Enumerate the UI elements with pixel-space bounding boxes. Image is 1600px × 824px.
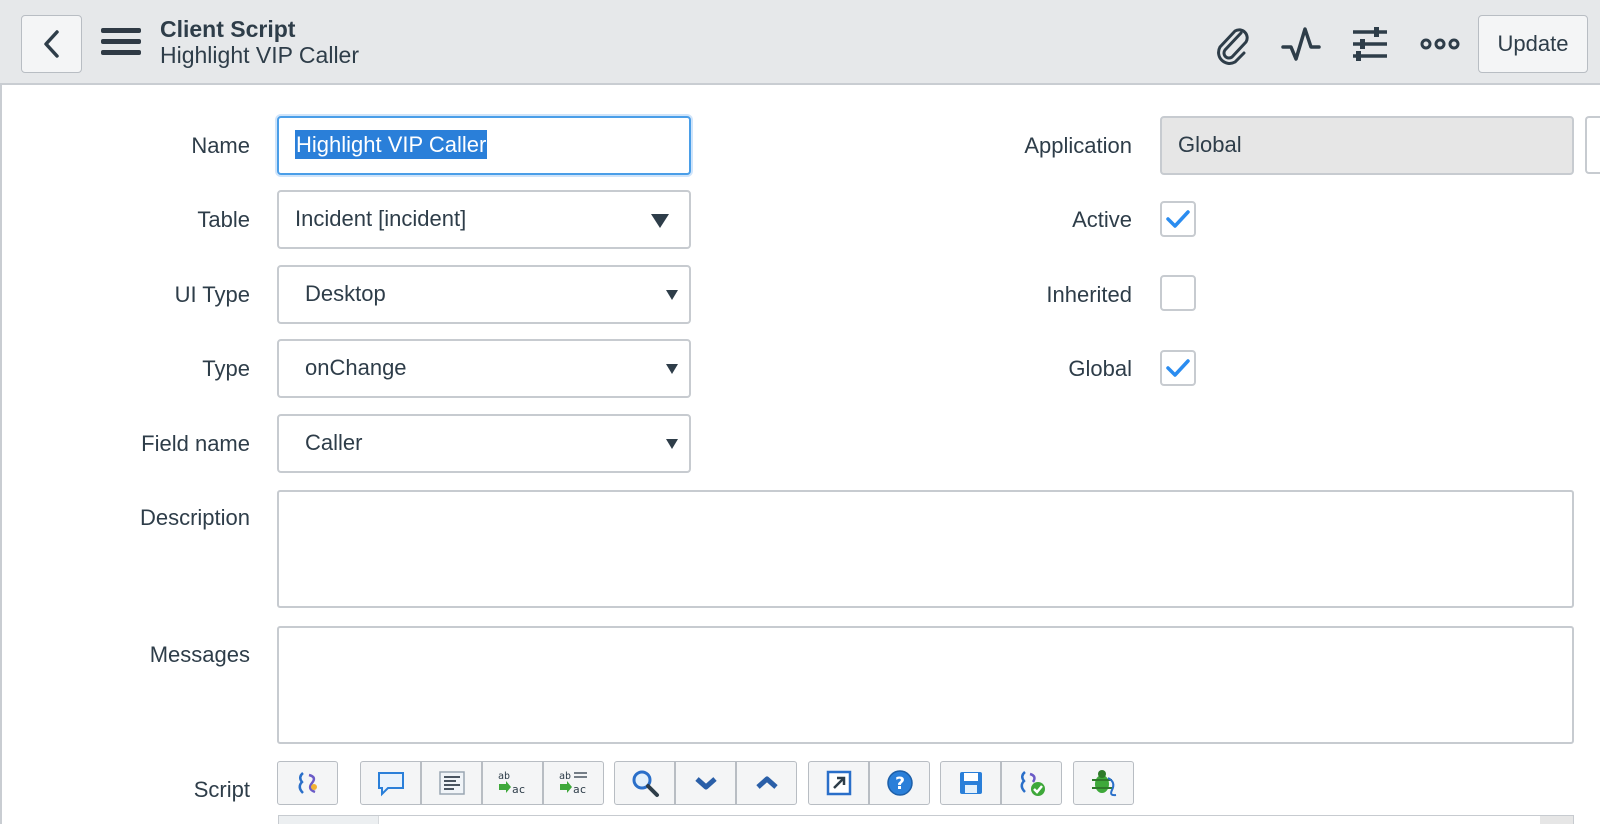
- menu-icon[interactable]: [101, 28, 141, 60]
- type-select[interactable]: onChange: [277, 339, 691, 398]
- align-text-icon: [438, 771, 465, 795]
- script-editor-gutter: [279, 816, 379, 824]
- help-button[interactable]: ?: [869, 761, 930, 805]
- messages-label: Messages: [149, 642, 250, 667]
- previous-icon: [755, 776, 778, 789]
- format-code-button[interactable]: [277, 761, 338, 805]
- chevron-down-icon: [666, 439, 678, 449]
- checkmark-icon: [1166, 210, 1190, 228]
- fullscreen-button[interactable]: [808, 761, 869, 805]
- form-header: Client Script Highlight VIP Caller Updat…: [0, 0, 1600, 85]
- ui-type-value: Desktop: [305, 281, 386, 306]
- field-name-label: Field name: [141, 431, 250, 456]
- checkmark-icon: [1166, 359, 1190, 377]
- active-label: Active: [1072, 207, 1132, 232]
- settings-sliders-icon[interactable]: [1348, 22, 1392, 66]
- description-label: Description: [139, 505, 250, 530]
- name-label: Name: [191, 133, 250, 158]
- comment-button[interactable]: [360, 761, 421, 805]
- application-field: Global: [1160, 116, 1574, 175]
- activity-icon[interactable]: [1279, 22, 1323, 66]
- more-icon[interactable]: [1418, 22, 1462, 66]
- field-name-value: Caller: [305, 430, 363, 455]
- validate-script-icon: [1020, 771, 1045, 796]
- type-label: Type: [202, 356, 250, 381]
- validate-script-button[interactable]: [1001, 761, 1062, 805]
- back-icon: [43, 30, 59, 58]
- fullscreen-icon: [826, 770, 851, 796]
- record-name: Highlight VIP Caller: [160, 42, 360, 68]
- global-label: Global: [1068, 356, 1132, 381]
- global-checkbox[interactable]: [1160, 350, 1196, 386]
- svg-text:ac: ac: [573, 783, 586, 796]
- table-select[interactable]: Incident [incident]: [277, 190, 691, 249]
- save-button[interactable]: [940, 761, 1001, 805]
- debug-button[interactable]: [1073, 761, 1134, 805]
- previous-button[interactable]: [736, 761, 797, 805]
- svg-text:ab: ab: [498, 771, 510, 782]
- align-text-button[interactable]: [421, 761, 482, 805]
- save-icon: [959, 772, 982, 794]
- inherited-label: Inherited: [1046, 282, 1132, 307]
- application-lookup-button[interactable]: [1585, 116, 1600, 174]
- ui-type-select[interactable]: Desktop: [277, 265, 691, 324]
- active-checkbox[interactable]: [1160, 201, 1196, 237]
- next-button[interactable]: [675, 761, 736, 805]
- search-button[interactable]: [614, 761, 675, 805]
- back-button[interactable]: [21, 15, 82, 73]
- help-icon: ?: [886, 770, 913, 796]
- comment-icon: [377, 772, 404, 797]
- format-code-icon: [298, 772, 317, 794]
- script-editor[interactable]: [278, 815, 1574, 824]
- application-label: Application: [1024, 133, 1132, 158]
- replace-icon: ab ac: [498, 771, 525, 796]
- title-block: Client Script Highlight VIP Caller: [160, 16, 359, 68]
- paperclip-icon[interactable]: [1210, 22, 1254, 66]
- ui-type-label: UI Type: [174, 282, 250, 307]
- svg-text:ab: ab: [559, 771, 571, 782]
- replace-all-icon: ab ac: [559, 771, 587, 796]
- inherited-checkbox[interactable]: [1160, 275, 1196, 311]
- name-input[interactable]: Highlight VIP Caller: [277, 116, 691, 175]
- left-edge-divider: [0, 85, 2, 824]
- next-icon: [694, 777, 717, 790]
- chevron-down-icon: [666, 364, 678, 374]
- svg-text:ac: ac: [512, 783, 525, 796]
- svg-text:?: ?: [895, 774, 905, 794]
- application-value: Global: [1178, 132, 1242, 157]
- table-value: Incident [incident]: [295, 206, 467, 231]
- chevron-down-icon: [666, 290, 678, 300]
- field-name-select[interactable]: Caller: [277, 414, 691, 473]
- name-value: Highlight VIP Caller: [295, 130, 488, 159]
- replace-button[interactable]: ab ac: [482, 761, 543, 805]
- script-editor-scrollbar[interactable]: [1540, 816, 1573, 824]
- update-button[interactable]: Update: [1478, 15, 1588, 73]
- script-label: Script: [193, 777, 250, 802]
- description-textarea[interactable]: [277, 490, 1574, 608]
- messages-textarea[interactable]: [277, 626, 1574, 744]
- type-value: onChange: [305, 355, 407, 380]
- replace-all-button[interactable]: ab ac: [543, 761, 604, 805]
- table-label: Table: [197, 207, 250, 232]
- debug-icon: [1091, 770, 1116, 797]
- page-title: Client Script: [160, 16, 296, 42]
- search-icon: [632, 770, 659, 797]
- chevron-down-icon: [651, 214, 669, 228]
